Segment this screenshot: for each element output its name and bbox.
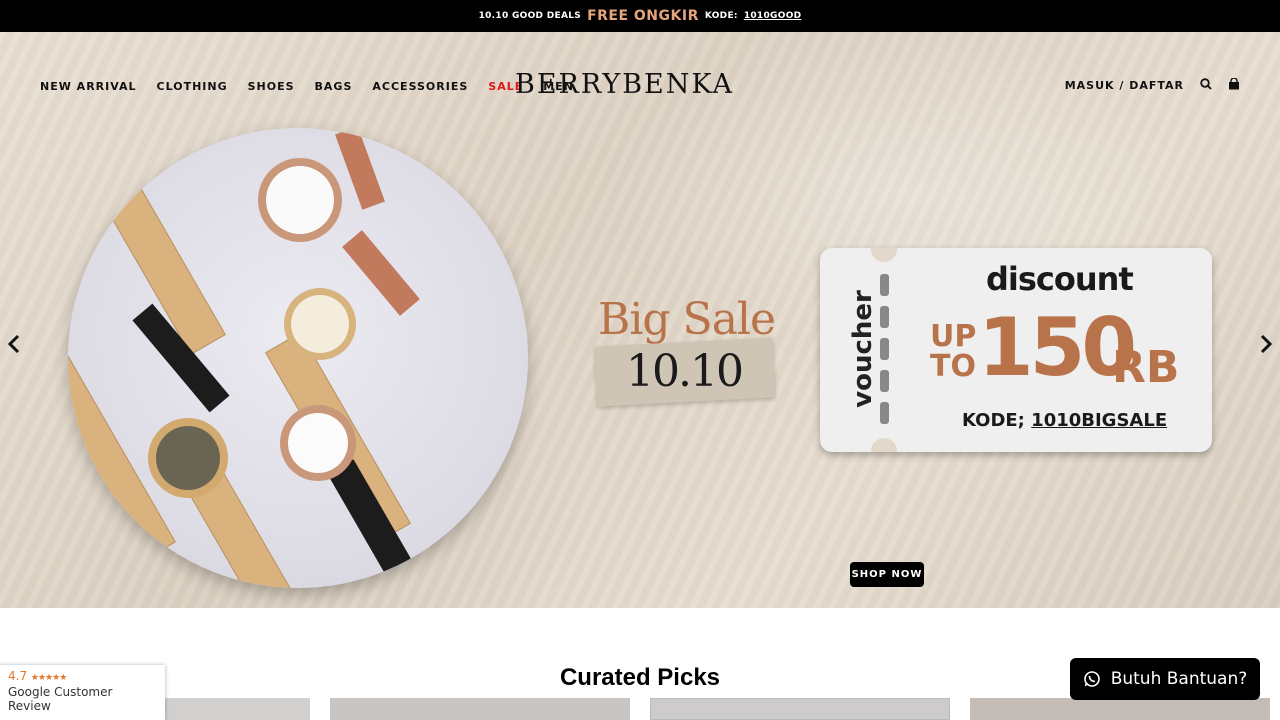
product-card[interactable] bbox=[650, 698, 950, 720]
chevron-left-icon bbox=[7, 334, 20, 354]
search-icon bbox=[1200, 78, 1212, 90]
voucher-code-line: KODE; 1010BIGSALE bbox=[962, 410, 1167, 431]
help-label: Butuh Bantuan? bbox=[1110, 669, 1248, 689]
star-rating-icon: ★★★★★ bbox=[30, 673, 67, 683]
voucher-unit: RB bbox=[1112, 342, 1180, 393]
nav-item-new-arrival[interactable]: NEW ARRIVAL bbox=[40, 80, 137, 93]
voucher-upto: UP TO bbox=[930, 319, 977, 384]
shopping-bag-icon bbox=[1229, 77, 1239, 90]
voucher-label: voucher bbox=[847, 290, 878, 408]
review-rating: 4.7 bbox=[8, 669, 28, 683]
carousel-next-button[interactable] bbox=[1254, 332, 1278, 356]
brand-logo[interactable]: BERRYBENKA bbox=[515, 69, 734, 100]
promo-kode-label: KODE: bbox=[704, 11, 738, 21]
big-sale-label: Big Sale 10.10 bbox=[594, 294, 786, 414]
review-label: Google Customer Review bbox=[8, 685, 113, 713]
nav-item-accessories[interactable]: ACCESSORIES bbox=[372, 80, 468, 93]
shop-now-button[interactable]: SHOP NOW bbox=[850, 562, 924, 587]
main-nav: NEW ARRIVAL CLOTHING SHOES BAGS ACCESSOR… bbox=[40, 80, 574, 93]
google-review-badge[interactable]: 4.7 ★★★★★ Google Customer Review bbox=[0, 665, 165, 720]
promo-topbar: 10.10 GOOD DEALS FREE ONGKIR KODE: 1010G… bbox=[0, 0, 1280, 32]
whatsapp-help-button[interactable]: Butuh Bantuan? bbox=[1070, 658, 1260, 700]
voucher-discount: discount bbox=[986, 260, 1134, 298]
product-card[interactable] bbox=[330, 698, 630, 720]
promo-free-ongkir: FREE ONGKIR bbox=[587, 8, 699, 24]
account-nav: MASUK / DAFTAR bbox=[1065, 77, 1240, 93]
cart-button[interactable] bbox=[1228, 77, 1240, 93]
search-button[interactable] bbox=[1200, 78, 1212, 93]
voucher-notch-bottom bbox=[871, 438, 897, 452]
promo-code[interactable]: 1010GOOD bbox=[744, 11, 802, 21]
voucher-amount: 150 bbox=[978, 301, 1137, 394]
voucher-kode-label: KODE; bbox=[962, 410, 1025, 431]
hero-watches-image bbox=[68, 128, 528, 588]
product-card[interactable] bbox=[970, 698, 1270, 720]
voucher-code[interactable]: 1010BIGSALE bbox=[1031, 410, 1167, 431]
big-sale-date: 10.10 bbox=[626, 346, 744, 397]
nav-item-clothing[interactable]: CLOTHING bbox=[157, 80, 228, 93]
voucher-perforation bbox=[880, 274, 890, 424]
hero-banner[interactable]: Big Sale 10.10 voucher discount UP TO 15… bbox=[0, 32, 1280, 608]
whatsapp-icon bbox=[1083, 671, 1100, 687]
nav-item-bags[interactable]: BAGS bbox=[315, 80, 353, 93]
login-register-link[interactable]: MASUK / DAFTAR bbox=[1065, 79, 1184, 92]
big-sale-title: Big Sale bbox=[598, 294, 776, 345]
carousel-prev-button[interactable] bbox=[2, 332, 26, 356]
nav-item-shoes[interactable]: SHOES bbox=[248, 80, 295, 93]
promo-deals: 10.10 GOOD DEALS bbox=[478, 11, 582, 21]
chevron-right-icon bbox=[1260, 334, 1273, 354]
voucher-notch-top bbox=[871, 248, 897, 262]
voucher-card: voucher discount UP TO 150 RB KODE; 1010… bbox=[820, 248, 1212, 452]
